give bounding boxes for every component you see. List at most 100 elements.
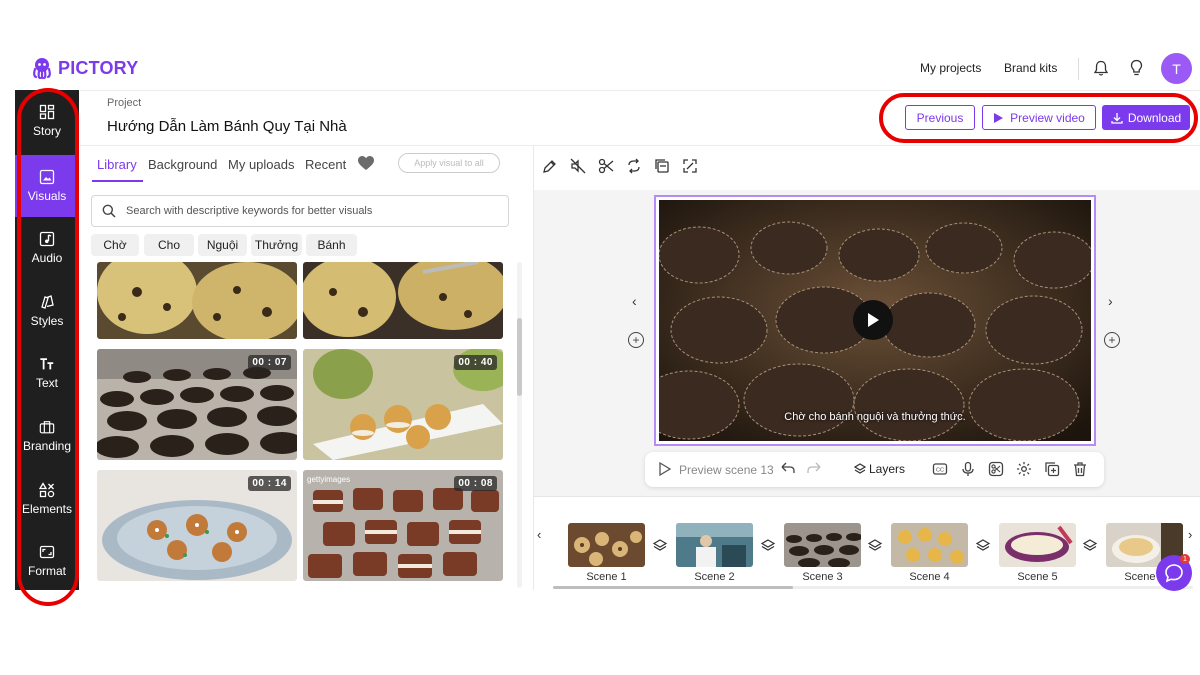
- sidebar-item-audio[interactable]: Audio: [15, 217, 79, 279]
- scene-thumbnail[interactable]: [784, 523, 861, 567]
- next-scene-arrow-icon[interactable]: ›: [1108, 293, 1113, 309]
- timeline-scroll-left-icon[interactable]: ‹: [537, 527, 541, 542]
- visual-thumbnail[interactable]: [303, 262, 503, 339]
- my-projects-link[interactable]: My projects: [920, 61, 981, 75]
- keyword-chip[interactable]: Nguội: [198, 234, 247, 256]
- closed-captions-icon[interactable]: CC: [932, 461, 948, 477]
- microphone-icon[interactable]: [960, 461, 976, 477]
- play-outline-icon[interactable]: [657, 461, 673, 477]
- visual-thumbnail[interactable]: [97, 262, 297, 339]
- keyword-chip[interactable]: Thưởng: [251, 234, 302, 256]
- octopus-logo-icon: [33, 58, 51, 80]
- briefcase-icon: [39, 419, 55, 435]
- music-note-icon: [39, 231, 55, 247]
- sidebar-item-format[interactable]: Format: [15, 530, 79, 592]
- add-scene-before-icon[interactable]: +: [628, 332, 644, 348]
- download-icon: [1111, 112, 1123, 124]
- duration-badge: 00 : 14: [248, 476, 291, 491]
- layers-icon[interactable]: [854, 461, 866, 477]
- apply-visual-to-all-button[interactable]: Apply visual to all: [398, 153, 500, 173]
- project-title[interactable]: Hướng Dẫn Làm Bánh Quy Tại Nhà: [107, 118, 347, 135]
- sidebar-item-label: Styles: [30, 314, 64, 328]
- duplicate-icon[interactable]: [654, 158, 670, 174]
- sidebar-item-label: Text: [35, 376, 58, 390]
- duration-badge: 00 : 07: [248, 355, 291, 370]
- redo-icon[interactable]: [806, 461, 822, 477]
- scissors-icon[interactable]: [598, 158, 614, 174]
- pictory-logo[interactable]: PICTORY: [30, 56, 138, 80]
- search-icon: [102, 204, 116, 218]
- scene-layers-icon[interactable]: [975, 537, 991, 553]
- scene-thumbnail[interactable]: [999, 523, 1076, 567]
- settings-icon[interactable]: [1016, 461, 1032, 477]
- sidebar-item-text[interactable]: Text: [15, 342, 79, 404]
- preview-video-button[interactable]: Preview video: [982, 105, 1096, 130]
- preview-scene-label[interactable]: Preview scene 13: [679, 463, 774, 477]
- brand-kits-link[interactable]: Brand kits: [1004, 61, 1057, 75]
- library-scrollbar[interactable]: [517, 318, 522, 396]
- undo-icon[interactable]: [780, 461, 796, 477]
- sidebar-item-branding[interactable]: Branding: [15, 405, 79, 467]
- previous-button-label: Previous: [916, 110, 964, 125]
- sidebar-item-label: Elements: [21, 502, 73, 516]
- scene-thumbnail[interactable]: [676, 523, 753, 567]
- tab-my-uploads[interactable]: My uploads: [228, 157, 294, 172]
- visual-thumbnail[interactable]: 00 : 40: [303, 349, 503, 460]
- sidebar-item-elements[interactable]: Elements: [15, 468, 79, 530]
- video-caption[interactable]: Chờ cho bánh nguội và thưởng thức.: [660, 411, 1090, 423]
- mute-icon[interactable]: [570, 158, 586, 174]
- visual-search-box[interactable]: [91, 195, 509, 227]
- play-video-button[interactable]: [853, 300, 893, 340]
- visual-thumbnail[interactable]: 00 : 07: [97, 349, 297, 460]
- previous-button[interactable]: Previous: [905, 105, 975, 130]
- text-icon: [39, 356, 55, 372]
- tab-background[interactable]: Background: [148, 157, 217, 172]
- split-scene-icon[interactable]: [988, 461, 1004, 477]
- scene-layers-icon[interactable]: [867, 537, 883, 553]
- download-button[interactable]: Download: [1102, 105, 1190, 130]
- swap-icon[interactable]: [626, 158, 642, 174]
- bell-icon[interactable]: [1093, 60, 1109, 77]
- sidebar-item-story[interactable]: Story: [15, 90, 79, 152]
- trash-icon[interactable]: [1072, 461, 1088, 477]
- pen-icon[interactable]: [542, 158, 558, 174]
- keyword-chip[interactable]: Chờ: [91, 234, 139, 256]
- timeline-scrollbar[interactable]: [553, 586, 793, 589]
- sidebar-item-visuals[interactable]: Visuals: [15, 155, 79, 217]
- keyword-chip[interactable]: Bánh: [306, 234, 357, 256]
- sidebar-item-label: Visuals: [27, 189, 67, 203]
- duration-badge: 00 : 08: [454, 476, 497, 491]
- scene-thumbnail[interactable]: [568, 523, 645, 567]
- lightbulb-icon[interactable]: [1129, 59, 1144, 77]
- sidebar-item-label: Story: [32, 124, 61, 138]
- styles-icon: [39, 294, 55, 310]
- heart-icon[interactable]: [357, 155, 375, 171]
- scene-layers-icon[interactable]: [760, 537, 776, 553]
- user-avatar[interactable]: T: [1161, 53, 1192, 84]
- scene-thumbnail[interactable]: [891, 523, 968, 567]
- project-label: Project: [107, 97, 142, 109]
- keyword-chip[interactable]: Cho: [144, 234, 194, 256]
- add-scene-after-icon[interactable]: +: [1104, 332, 1120, 348]
- sidebar-item-styles[interactable]: Styles: [15, 280, 79, 342]
- timeline-scroll-right-icon[interactable]: ›: [1188, 527, 1192, 542]
- play-icon: [868, 313, 879, 327]
- scene-layers-icon[interactable]: [1082, 537, 1098, 553]
- project-divider-line: [80, 145, 1200, 146]
- visual-thumbnail[interactable]: 00 : 14: [97, 470, 297, 581]
- expand-icon[interactable]: [682, 158, 698, 174]
- tab-library[interactable]: Library: [97, 157, 137, 172]
- svg-text:CC: CC: [936, 468, 944, 474]
- duplicate-scene-icon[interactable]: [1044, 461, 1060, 477]
- search-input[interactable]: [126, 205, 486, 217]
- layers-label[interactable]: Layers: [869, 462, 905, 476]
- visual-thumbnail[interactable]: gettyimages 00 : 08: [303, 470, 503, 581]
- active-tab-indicator: [92, 180, 143, 182]
- chat-notification-badge: 1: [1180, 554, 1190, 564]
- scene-layers-icon[interactable]: [652, 537, 668, 553]
- chat-bubble-icon: [1165, 564, 1183, 583]
- sidebar-item-label: Audio: [31, 251, 63, 265]
- previous-scene-arrow-icon[interactable]: ‹: [632, 293, 637, 309]
- tab-recent[interactable]: Recent: [305, 157, 346, 172]
- header-divider: [1078, 58, 1079, 80]
